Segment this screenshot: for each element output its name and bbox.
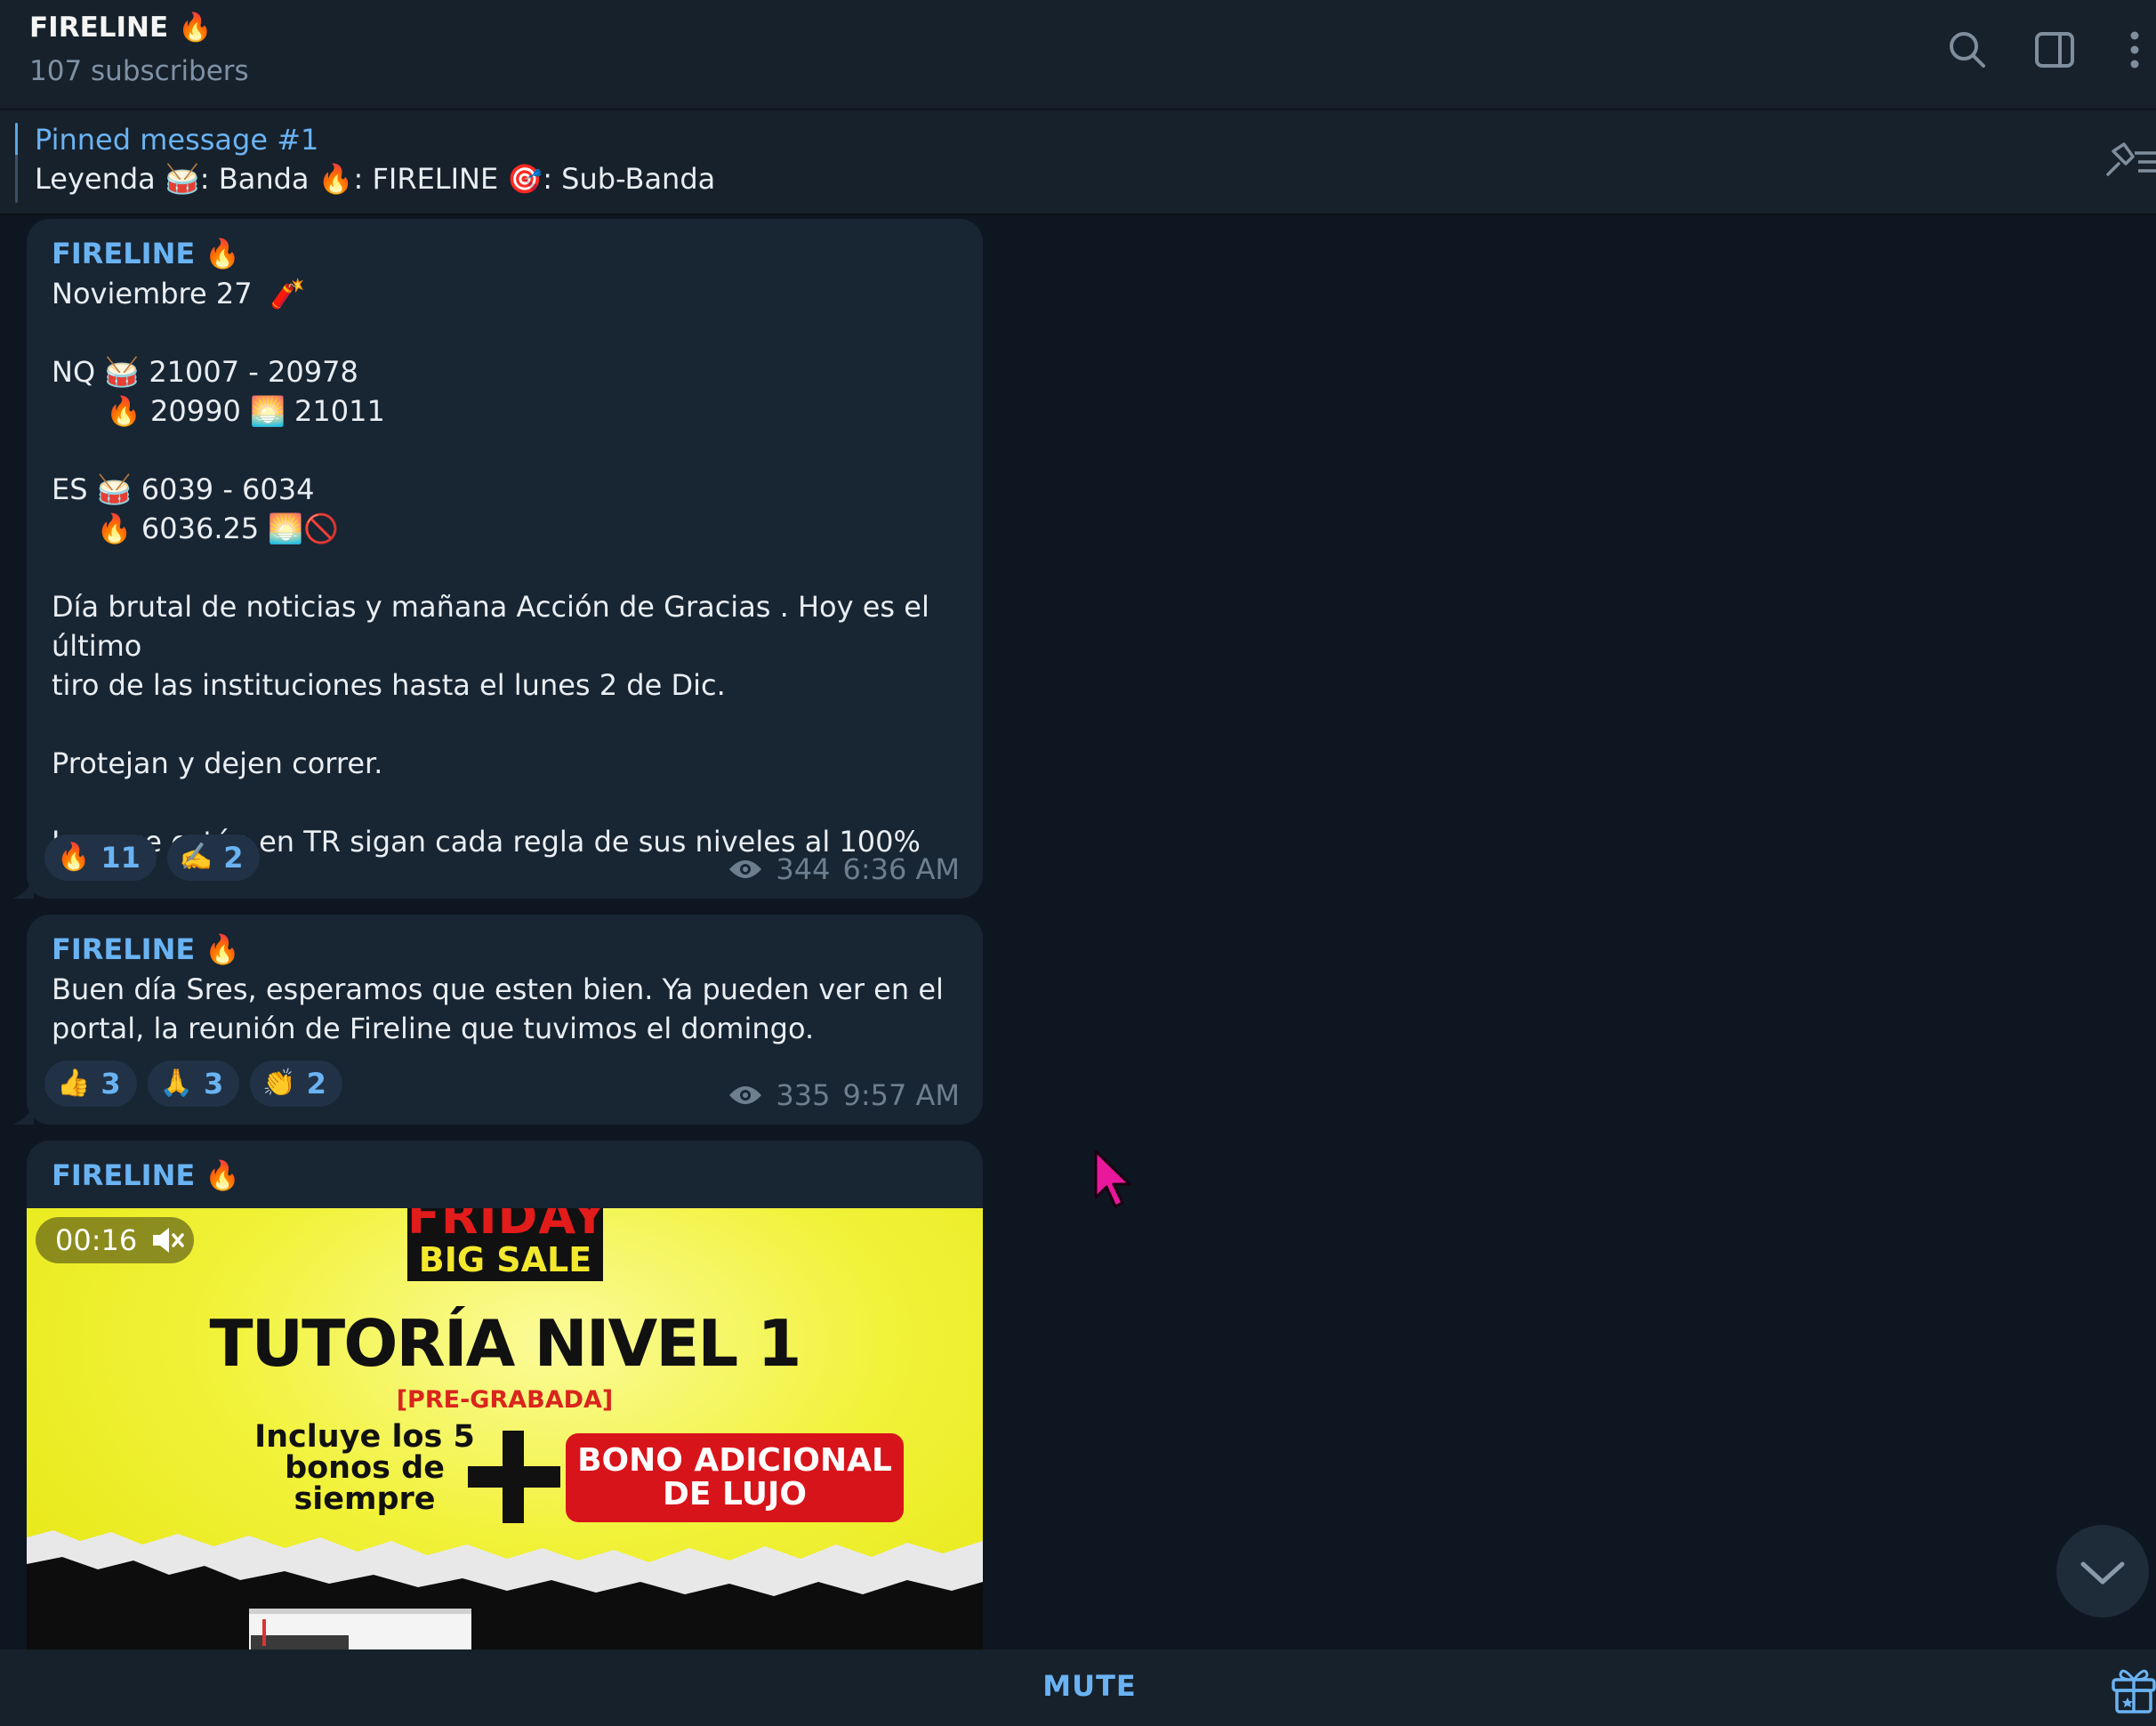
reaction-count: 3: [203, 1067, 224, 1101]
views-eye-icon: [729, 1086, 762, 1104]
message-text: Noviembre 27 🧨 NQ 🥁 21007 - 20978 🔥 2099…: [52, 277, 929, 859]
reaction-count: 11: [101, 841, 141, 875]
reaction-count: 3: [101, 1067, 121, 1101]
reaction-thumbs-up[interactable]: 👍 3: [44, 1061, 137, 1107]
video-duration-badge[interactable]: 00:16: [36, 1217, 194, 1263]
message-author[interactable]: FIRELINE 🔥: [52, 932, 240, 966]
more-options-icon[interactable]: [2112, 27, 2156, 73]
reaction-clap[interactable]: 👏 2: [250, 1061, 342, 1107]
view-count: 344: [776, 852, 831, 886]
reaction-count: 2: [306, 1067, 326, 1101]
mouse-cursor-icon: [1094, 1149, 1131, 1208]
bubble-tail: [12, 879, 34, 899]
channel-name[interactable]: FIRELINE 🔥: [29, 11, 213, 44]
promo-includes: Incluye los 5 bonos de siempre: [254, 1419, 475, 1517]
pinned-title: Pinned message #1: [35, 123, 319, 157]
view-count: 335: [776, 1078, 831, 1112]
reaction-writing-hand[interactable]: ✍️ 2: [166, 835, 260, 881]
promo-title: TUTORÍA NIVEL 1: [209, 1306, 802, 1381]
pinned-message-bar[interactable]: Pinned message #1 Leyenda 🥁: Banda 🔥: FI…: [0, 110, 2156, 215]
message-bubble[interactable]: FIRELINE 🔥 Noviembre 27 🧨 NQ 🥁 21007 - 2…: [12, 219, 983, 899]
gift-icon[interactable]: [2110, 1662, 2156, 1714]
subscriber-count: 107 subscribers: [29, 55, 249, 87]
promo-subtitle: [PRE-GRABADA]: [396, 1386, 614, 1414]
promo-friday-banner: FRIDAY BIG SALE: [407, 1208, 608, 1281]
message-text: Buen día Sres, esperamos que esten bien.…: [52, 972, 944, 1045]
reactions-row: 🔥 11 ✍️ 2: [44, 835, 260, 881]
message-time: 6:36 AM: [842, 852, 960, 886]
message-meta: 344 6:36 AM: [728, 852, 960, 886]
promo-bonus-badge: BONO ADICIONAL DE LUJO: [566, 1433, 904, 1522]
chevron-down-icon: [2080, 1561, 2125, 1585]
clap-emoji-icon: 👏: [262, 1068, 296, 1099]
scroll-to-bottom-button[interactable]: [2056, 1525, 2149, 1617]
message-author[interactable]: FIRELINE 🔥: [52, 1158, 240, 1192]
message-meta: 335 9:57 AM: [728, 1078, 960, 1112]
reaction-fire[interactable]: 🔥 11: [44, 835, 157, 881]
video-preview[interactable]: FRIDAY BIG SALE TUTORÍA NIVEL 1 [PRE-GRA…: [27, 1208, 983, 1649]
bottom-bar: MUTE: [0, 1649, 2156, 1726]
chat-header: FIRELINE 🔥 107 subscribers: [0, 0, 2156, 109]
reactions-row: 👍 3 🙏 3 👏 2: [44, 1061, 342, 1107]
pray-emoji-icon: 🙏: [159, 1068, 193, 1099]
message-author[interactable]: FIRELINE 🔥: [52, 237, 240, 270]
writing-hand-emoji-icon: ✍️: [179, 842, 213, 873]
reaction-pray[interactable]: 🙏 3: [147, 1061, 240, 1107]
torn-paper-graphic: [27, 1530, 983, 1649]
friday-text: FRIDAY: [407, 1208, 608, 1245]
bubble-tail: [12, 1105, 34, 1125]
reaction-count: 2: [223, 841, 244, 875]
views-eye-icon: [729, 860, 762, 878]
sidebar-toggle-icon[interactable]: [2031, 27, 2078, 73]
pinned-list-icon[interactable]: [2099, 135, 2156, 185]
muted-speaker-icon[interactable]: [149, 1224, 185, 1256]
plus-icon-bar: [468, 1466, 560, 1488]
video-duration: 00:16: [55, 1223, 138, 1257]
message-bubble[interactable]: FIRELINE 🔥 Buen día Sres, esperamos que …: [12, 915, 983, 1125]
big-sale-text: BIG SALE: [418, 1240, 592, 1279]
mute-button[interactable]: MUTE: [0, 1669, 2156, 1703]
pinned-indicator: [15, 123, 18, 203]
search-icon[interactable]: [1944, 27, 1991, 73]
message-time: 9:57 AM: [842, 1078, 960, 1112]
thumbs-up-emoji-icon: 👍: [57, 1068, 91, 1099]
fire-emoji-icon: 🔥: [57, 842, 91, 873]
pinned-text: Leyenda 🥁: Banda 🔥: FIRELINE 🎯: Sub-Band…: [35, 162, 716, 196]
